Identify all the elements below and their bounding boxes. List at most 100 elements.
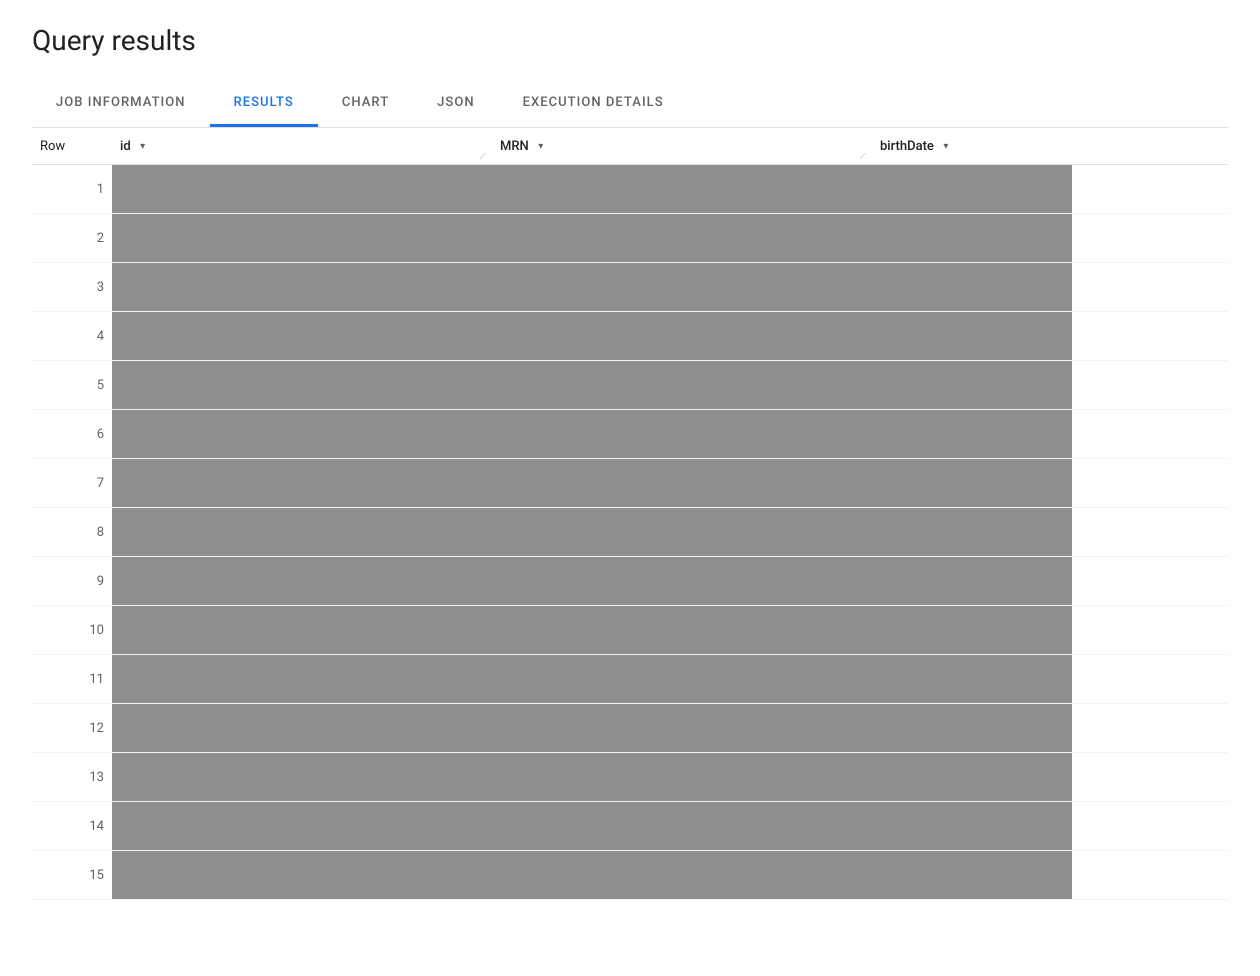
row-number-cell: 2 <box>32 214 112 263</box>
row-number-cell: 7 <box>32 459 112 508</box>
tab-execution-details[interactable]: EXECUTION DETAILS <box>499 81 688 127</box>
cell-id-row-13 <box>112 753 492 802</box>
cell-id-row-8 <box>112 508 492 557</box>
cell-id-row-15 <box>112 851 492 900</box>
table-row: 3 <box>32 263 1228 312</box>
tab-results[interactable]: RESULTS <box>210 81 318 127</box>
cell-id-row-2 <box>112 214 492 263</box>
page-container: Query results JOB INFORMATION RESULTS CH… <box>0 0 1260 976</box>
row-number-cell: 1 <box>32 165 112 214</box>
results-table-container: Row id ▾ ⟋ MRN ▾ ⟋ <box>32 128 1228 900</box>
cell-mrn-row-4 <box>492 312 872 361</box>
cell-mrn-row-1 <box>492 165 872 214</box>
table-row: 11 <box>32 655 1228 704</box>
table-row: 8 <box>32 508 1228 557</box>
cell-extra <box>1072 410 1228 459</box>
cell-id-row-7 <box>112 459 492 508</box>
cell-extra <box>1072 655 1228 704</box>
column-header-extra <box>1072 128 1228 165</box>
cell-extra <box>1072 606 1228 655</box>
cell-birthDate-row-7 <box>872 459 1072 508</box>
row-number-cell: 15 <box>32 851 112 900</box>
cell-birthDate-row-1 <box>872 165 1072 214</box>
row-number-cell: 6 <box>32 410 112 459</box>
cell-id-row-12 <box>112 704 492 753</box>
table-row: 4 <box>32 312 1228 361</box>
table-row: 7 <box>32 459 1228 508</box>
row-number-cell: 11 <box>32 655 112 704</box>
row-number-cell: 8 <box>32 508 112 557</box>
table-row: 2 <box>32 214 1228 263</box>
cell-id-row-6 <box>112 410 492 459</box>
cell-birthDate-row-2 <box>872 214 1072 263</box>
cell-id-row-14 <box>112 802 492 851</box>
tab-json[interactable]: JSON <box>413 81 498 127</box>
cell-id-row-5 <box>112 361 492 410</box>
cell-id-row-1 <box>112 165 492 214</box>
cell-extra <box>1072 802 1228 851</box>
cell-birthDate-row-15 <box>872 851 1072 900</box>
id-column-dropdown-icon[interactable]: ▾ <box>135 138 151 154</box>
cell-mrn-row-15 <box>492 851 872 900</box>
cell-extra <box>1072 851 1228 900</box>
cell-extra <box>1072 312 1228 361</box>
cell-mrn-row-5 <box>492 361 872 410</box>
table-row: 14 <box>32 802 1228 851</box>
row-number-cell: 3 <box>32 263 112 312</box>
cell-id-row-3 <box>112 263 492 312</box>
cell-mrn-row-14 <box>492 802 872 851</box>
cell-extra <box>1072 361 1228 410</box>
cell-birthDate-row-11 <box>872 655 1072 704</box>
table-row: 15 <box>32 851 1228 900</box>
column-header-birthdate[interactable]: birthDate ▾ <box>872 128 1072 165</box>
cell-extra <box>1072 459 1228 508</box>
cell-birthDate-row-4 <box>872 312 1072 361</box>
cell-birthDate-row-6 <box>872 410 1072 459</box>
cell-mrn-row-2 <box>492 214 872 263</box>
table-row: 9 <box>32 557 1228 606</box>
column-header-mrn[interactable]: MRN ▾ ⟋ <box>492 128 872 165</box>
cell-extra <box>1072 214 1228 263</box>
row-number-cell: 12 <box>32 704 112 753</box>
row-number-cell: 14 <box>32 802 112 851</box>
table-row: 12 <box>32 704 1228 753</box>
column-header-id[interactable]: id ▾ ⟋ <box>112 128 492 165</box>
cell-mrn-row-7 <box>492 459 872 508</box>
cell-id-row-10 <box>112 606 492 655</box>
row-number-cell: 10 <box>32 606 112 655</box>
cell-birthDate-row-10 <box>872 606 1072 655</box>
cell-birthDate-row-9 <box>872 557 1072 606</box>
table-row: 10 <box>32 606 1228 655</box>
birthdate-column-dropdown-icon[interactable]: ▾ <box>938 138 954 154</box>
cell-birthDate-row-12 <box>872 704 1072 753</box>
tab-chart[interactable]: CHART <box>318 81 413 127</box>
cell-extra <box>1072 165 1228 214</box>
cell-mrn-row-13 <box>492 753 872 802</box>
row-number-header: Row <box>32 128 112 165</box>
cell-birthDate-row-13 <box>872 753 1072 802</box>
cell-mrn-row-10 <box>492 606 872 655</box>
cell-extra <box>1072 753 1228 802</box>
table-row: 13 <box>32 753 1228 802</box>
table-row: 6 <box>32 410 1228 459</box>
row-number-cell: 5 <box>32 361 112 410</box>
id-column-resize-handle[interactable]: ⟋ <box>480 152 490 162</box>
cell-id-row-9 <box>112 557 492 606</box>
cell-extra <box>1072 557 1228 606</box>
table-body: 123456789101112131415 <box>32 165 1228 900</box>
cell-mrn-row-8 <box>492 508 872 557</box>
table-header-row: Row id ▾ ⟋ MRN ▾ ⟋ <box>32 128 1228 165</box>
table-row: 1 <box>32 165 1228 214</box>
cell-id-row-11 <box>112 655 492 704</box>
results-table: Row id ▾ ⟋ MRN ▾ ⟋ <box>32 128 1228 900</box>
cell-birthDate-row-8 <box>872 508 1072 557</box>
cell-mrn-row-6 <box>492 410 872 459</box>
cell-birthDate-row-14 <box>872 802 1072 851</box>
mrn-column-dropdown-icon[interactable]: ▾ <box>533 138 549 154</box>
cell-birthDate-row-3 <box>872 263 1072 312</box>
cell-extra <box>1072 508 1228 557</box>
cell-extra <box>1072 263 1228 312</box>
mrn-column-resize-handle[interactable]: ⟋ <box>860 152 870 162</box>
tab-job-information[interactable]: JOB INFORMATION <box>32 81 210 127</box>
row-number-cell: 13 <box>32 753 112 802</box>
